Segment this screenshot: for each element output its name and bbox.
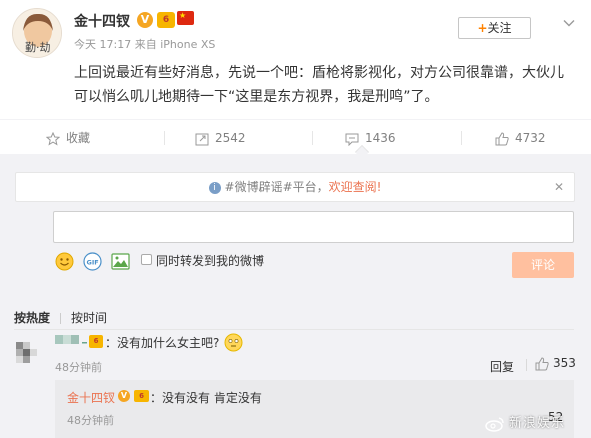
level-badge-icon: 6 [134, 390, 149, 402]
submit-comment-button[interactable]: 评论 [512, 252, 574, 278]
divider [14, 329, 574, 330]
rumor-notice-bar: i #微博辟谣#平台，欢迎查阅! ✕ [15, 172, 575, 202]
follow-button[interactable]: +关注 [458, 17, 531, 39]
reply-button[interactable]: 回复 [490, 358, 514, 375]
comment-like-button[interactable]: 353 [535, 356, 576, 371]
divider [164, 131, 165, 145]
close-icon[interactable]: ✕ [554, 173, 564, 201]
weibo-logo-icon [485, 416, 504, 432]
comment-text: ：没有加什么女主吧? [105, 336, 220, 350]
repost-checkbox-label[interactable]: 同时转发到我的微博 [156, 252, 264, 269]
sort-by-time-tab[interactable]: 按时间 [71, 311, 107, 325]
like-count: 4732 [515, 131, 546, 145]
repost-button[interactable]: 2542 [195, 120, 246, 156]
comment-icon [345, 133, 359, 146]
sina-ent-watermark: 新浪娱乐 [485, 412, 565, 432]
post-source: iPhone XS [160, 38, 216, 51]
notice-link[interactable]: 欢迎查阅! [329, 180, 382, 194]
comment-button[interactable]: 1436 [345, 120, 396, 156]
verified-badge-icon: V [137, 12, 153, 28]
gif-icon[interactable]: GIF [83, 252, 102, 271]
favorite-label: 收藏 [66, 131, 91, 145]
divider [526, 359, 527, 371]
divider [461, 131, 462, 145]
repost-count: 2542 [215, 131, 246, 145]
divider [60, 313, 62, 324]
sort-by-hot-tab[interactable]: 按热度 [14, 311, 50, 325]
svg-text:勤·劫: 勤·劫 [25, 41, 51, 54]
reply-time: 48分钟前 [67, 414, 114, 427]
level-badge-icon: 6 [157, 12, 175, 28]
post-text: 上回说最近有些好消息，先说一个吧：盾枪将影视化，对方公司很靠谱，大伙儿可以悄么叽… [74, 65, 564, 105]
repost-icon [195, 133, 209, 145]
post-actions-bar: 收藏 2542 1436 4732 [0, 119, 591, 155]
avatar-illustration: 勤·劫 [13, 9, 61, 57]
thumbs-up-icon [535, 356, 549, 370]
awkward-face-emoji-icon [224, 333, 243, 352]
notice-text: 平台， [292, 180, 329, 194]
follow-label: 关注 [487, 21, 512, 35]
comment-count: 1436 [365, 131, 396, 145]
image-icon[interactable] [111, 252, 130, 271]
author-name[interactable]: 金十四钗 [74, 11, 130, 31]
plus-icon: + [477, 21, 488, 35]
post-time[interactable]: 今天 17:17 [74, 38, 131, 51]
chevron-down-icon[interactable] [563, 17, 575, 29]
emoji-icon[interactable] [55, 252, 74, 271]
reply-author-name[interactable]: 金十四钗 [67, 389, 115, 406]
favorite-button[interactable]: 收藏 [45, 120, 91, 156]
comment-time: 48分钟前 [55, 361, 102, 374]
info-icon: i [208, 181, 221, 194]
author-avatar[interactable]: 勤·劫 [12, 8, 62, 58]
watermark-text: 新浪娱乐 [509, 416, 566, 431]
source-prefix: 来自 [134, 38, 157, 51]
reply-text: ：没有没有 肯定没有 [150, 391, 262, 405]
like-button[interactable]: 4732 [495, 120, 546, 156]
post-meta: 今天 17:17 来自 iPhone XS [74, 36, 215, 52]
comment-input[interactable] [53, 211, 574, 243]
comment-sort-tabs: 按热度 按时间 [14, 309, 107, 326]
notice-hashtag-1[interactable]: #微博辟谣# [225, 180, 293, 194]
china-flag-icon: ★ [177, 11, 194, 25]
repost-checkbox[interactable] [141, 254, 152, 265]
svg-text:GIF: GIF [87, 259, 99, 267]
thumbs-up-icon [495, 131, 509, 145]
level-badge-icon: 6 [89, 335, 103, 348]
divider [312, 131, 313, 145]
star-icon [45, 131, 61, 145]
comment-like-count: 353 [553, 356, 576, 370]
commenter-avatar[interactable] [14, 338, 42, 366]
user-avatar-placeholder [14, 212, 46, 244]
verified-badge-icon: V [118, 390, 130, 402]
